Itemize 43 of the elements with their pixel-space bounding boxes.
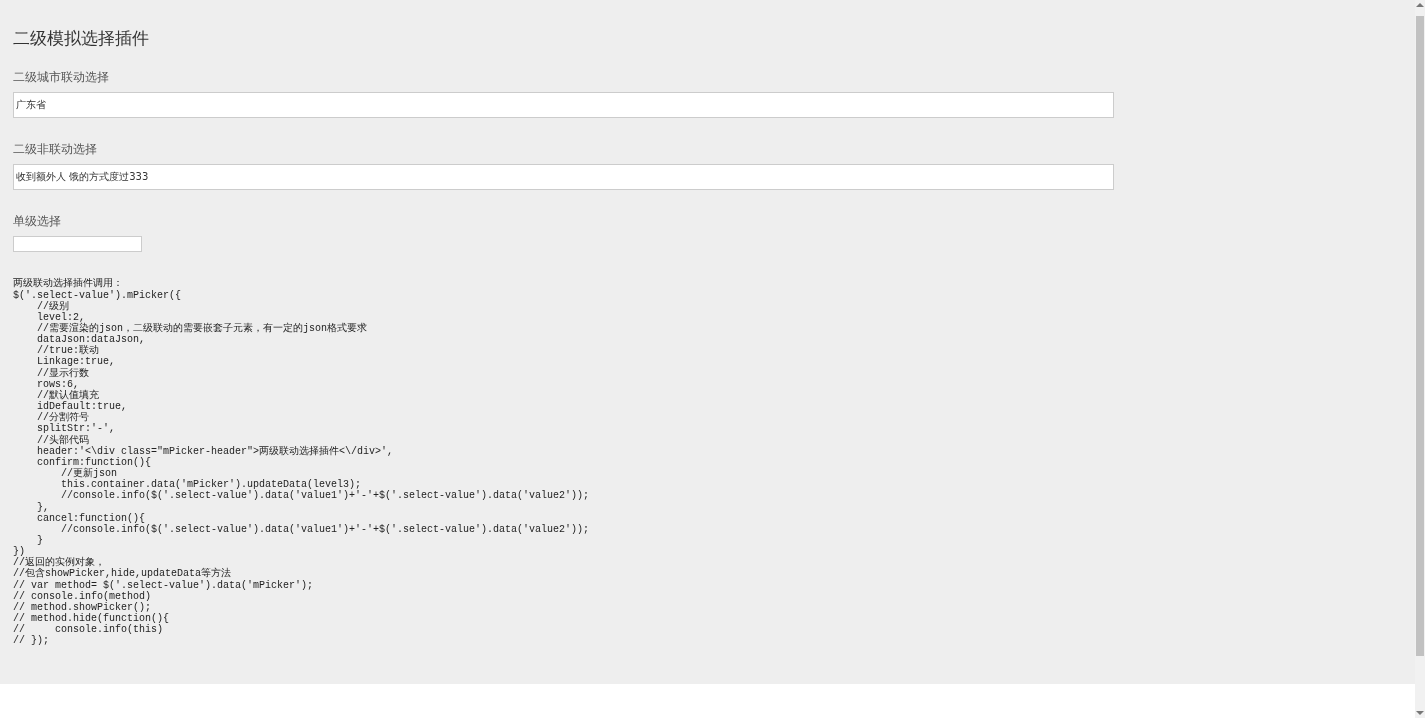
code-line: //显示行数: [36, 367, 89, 379]
code-line: // });: [13, 635, 49, 647]
code-line: }: [36, 535, 43, 547]
scroll-down-icon[interactable]: [1416, 710, 1424, 716]
code-line: // console.info(method): [13, 590, 152, 602]
code-line: //更新json: [61, 468, 117, 480]
field-label: 二级非联动选择: [13, 141, 98, 159]
code-line: // var method= $('.select-value').data('mPicker');: [13, 579, 314, 591]
code-line: // console.info(this): [13, 624, 164, 636]
field-label: 单级选择: [13, 213, 62, 231]
code-line: },: [36, 501, 49, 513]
code-line: header:'<\div class="mPicker-header">两级联动选择插件<\/div>',: [36, 445, 394, 457]
scroll-up-icon[interactable]: [1416, 2, 1424, 8]
scrollbar[interactable]: [1415, 0, 1425, 718]
code-line: //头部代码: [36, 434, 89, 446]
code-line: // method.hide(function(){: [13, 613, 170, 625]
code-line: dataJson:dataJson,: [36, 334, 146, 346]
code-line: Linkage:true,: [36, 356, 116, 368]
code-line: cancel:function(){: [36, 512, 146, 524]
field-label: 二级城市联动选择: [13, 69, 110, 87]
code-line: //true:联动: [36, 345, 99, 357]
code-line: splitStr:'-',: [36, 423, 116, 435]
code-line: $('.select-value').mPicker({: [13, 289, 182, 301]
code-line: rows:6,: [36, 378, 79, 390]
select-field[interactable]: 广东省: [13, 92, 1114, 119]
code-line: confirm:function(){: [36, 456, 152, 469]
code-line: //需要渲染的json，二级联动的需要嵌套子元素，有一定的json格式要求: [36, 323, 367, 334]
code-line: //console.info($('.select-value').data('value1')+'-'+$('.select-value').data('value2'));: [60, 490, 590, 502]
code-line: 两级联动选择插件调用：: [13, 278, 123, 290]
code-line: //包含showPicker,hide,updateData等方法: [13, 568, 232, 580]
code-line: idDefault:true,: [36, 401, 128, 413]
code-line: //返回的实例对象，: [13, 557, 105, 569]
select-field[interactable]: 收到额外人 饿的方式度过333: [13, 164, 1114, 191]
code-line: }): [13, 546, 25, 558]
page-title: 二级模拟选择插件: [13, 28, 150, 49]
code-line: //分割符号: [36, 412, 89, 424]
code-line: level:2,: [36, 311, 85, 323]
code-line: // method.showPicker();: [13, 601, 152, 614]
code-line: //默认值填充: [36, 389, 99, 401]
code-line: this.container.data('mPicker').updateData(level3);: [60, 479, 362, 491]
code-line: //级别: [36, 300, 69, 312]
code-line: //console.info($('.select-value').data('value1')+'-'+$('.select-value').data('value2'));: [60, 523, 590, 535]
select-field[interactable]: [13, 236, 142, 253]
